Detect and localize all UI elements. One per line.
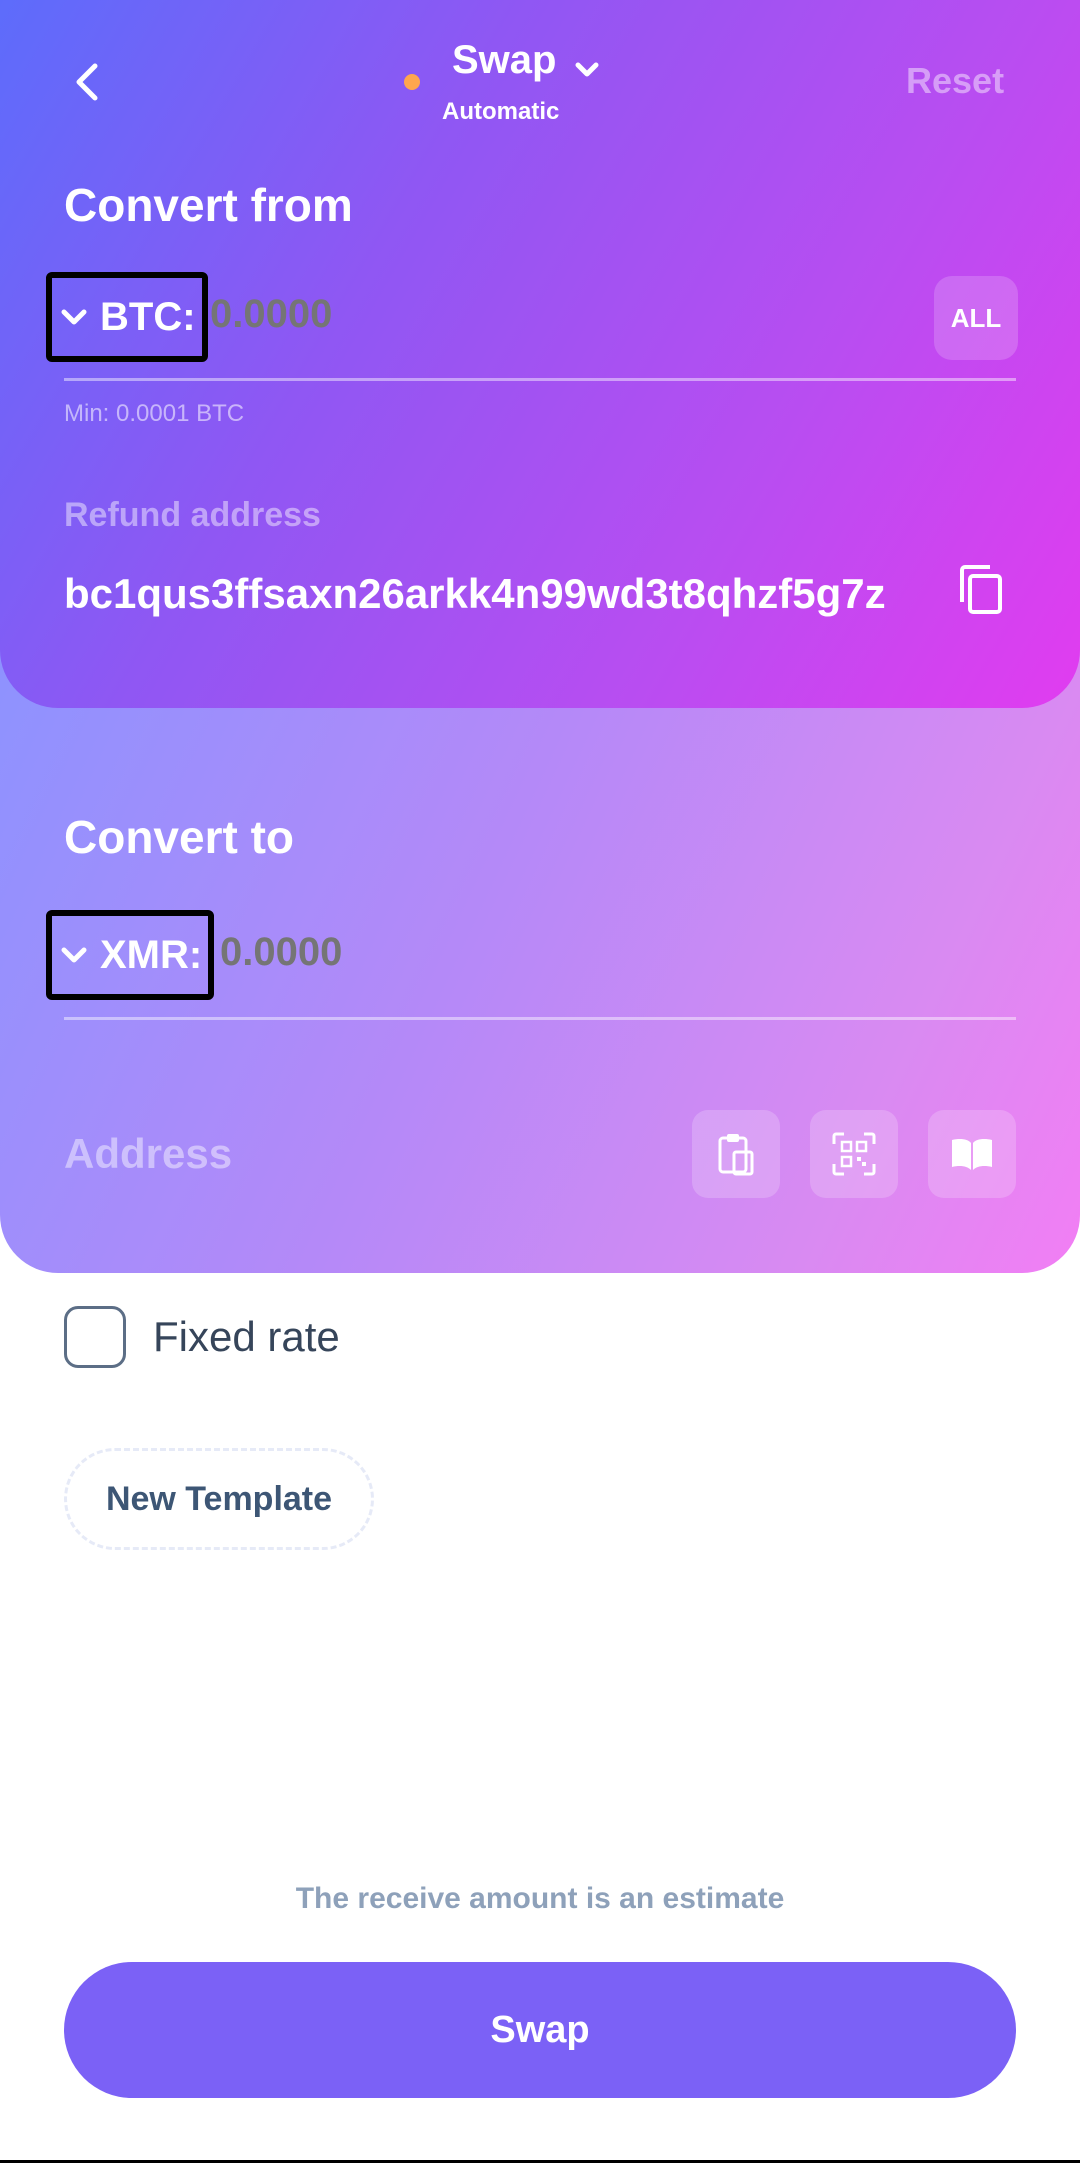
refund-address-label: Refund address	[64, 496, 321, 534]
fixed-rate-label: Fixed rate	[153, 1313, 340, 1360]
back-button[interactable]	[56, 52, 116, 112]
from-coin-selector[interactable]: BTC:	[46, 272, 208, 362]
address-book-button[interactable]	[928, 1110, 1016, 1198]
chevron-down-icon	[61, 309, 87, 325]
from-amount-input[interactable]	[210, 292, 810, 337]
mode-subtitle: Automatic	[442, 98, 560, 125]
paste-button[interactable]	[692, 1110, 780, 1198]
chevron-down-icon[interactable]	[572, 58, 602, 82]
new-template-button[interactable]: New Template	[64, 1448, 374, 1550]
chevron-down-icon	[61, 947, 87, 963]
from-coin-label: BTC:	[100, 294, 196, 339]
to-coin-selector[interactable]: XMR:	[46, 910, 215, 1000]
swap-button[interactable]: Swap	[64, 1962, 1016, 2098]
status-dot	[404, 74, 420, 90]
convert-to-title: Convert to	[64, 811, 294, 863]
paste-icon	[718, 1134, 754, 1176]
reset-button[interactable]: Reset	[906, 60, 1004, 102]
estimate-note: The receive amount is an estimate	[295, 1882, 785, 1915]
copy-button[interactable]	[956, 562, 1012, 622]
chevron-left-icon	[76, 63, 98, 101]
all-button[interactable]: ALL	[934, 276, 1018, 360]
address-book-icon	[952, 1139, 992, 1170]
min-amount-text: Min: 0.0001 BTC	[64, 400, 245, 427]
from-amount-underline	[64, 378, 1016, 381]
scan-qr-button[interactable]	[810, 1110, 898, 1198]
refund-address-input[interactable]: bc1qus3ffsaxn26arkk4n99wd3t8qhzf5g7z	[64, 570, 892, 618]
convert-from-card: Swap Automatic Reset Convert from BTC: A…	[0, 0, 1080, 708]
convert-from-title: Convert from	[64, 179, 353, 231]
to-amount-underline	[64, 1017, 1016, 1020]
to-amount-input[interactable]	[220, 930, 820, 975]
page-title[interactable]: Swap	[452, 38, 556, 83]
qr-scan-icon	[832, 1132, 876, 1176]
address-input[interactable]: Address	[64, 1130, 232, 1178]
to-coin-label: XMR:	[100, 932, 203, 977]
copy-icon	[960, 565, 1002, 614]
fixed-rate-checkbox[interactable]	[64, 1306, 126, 1368]
